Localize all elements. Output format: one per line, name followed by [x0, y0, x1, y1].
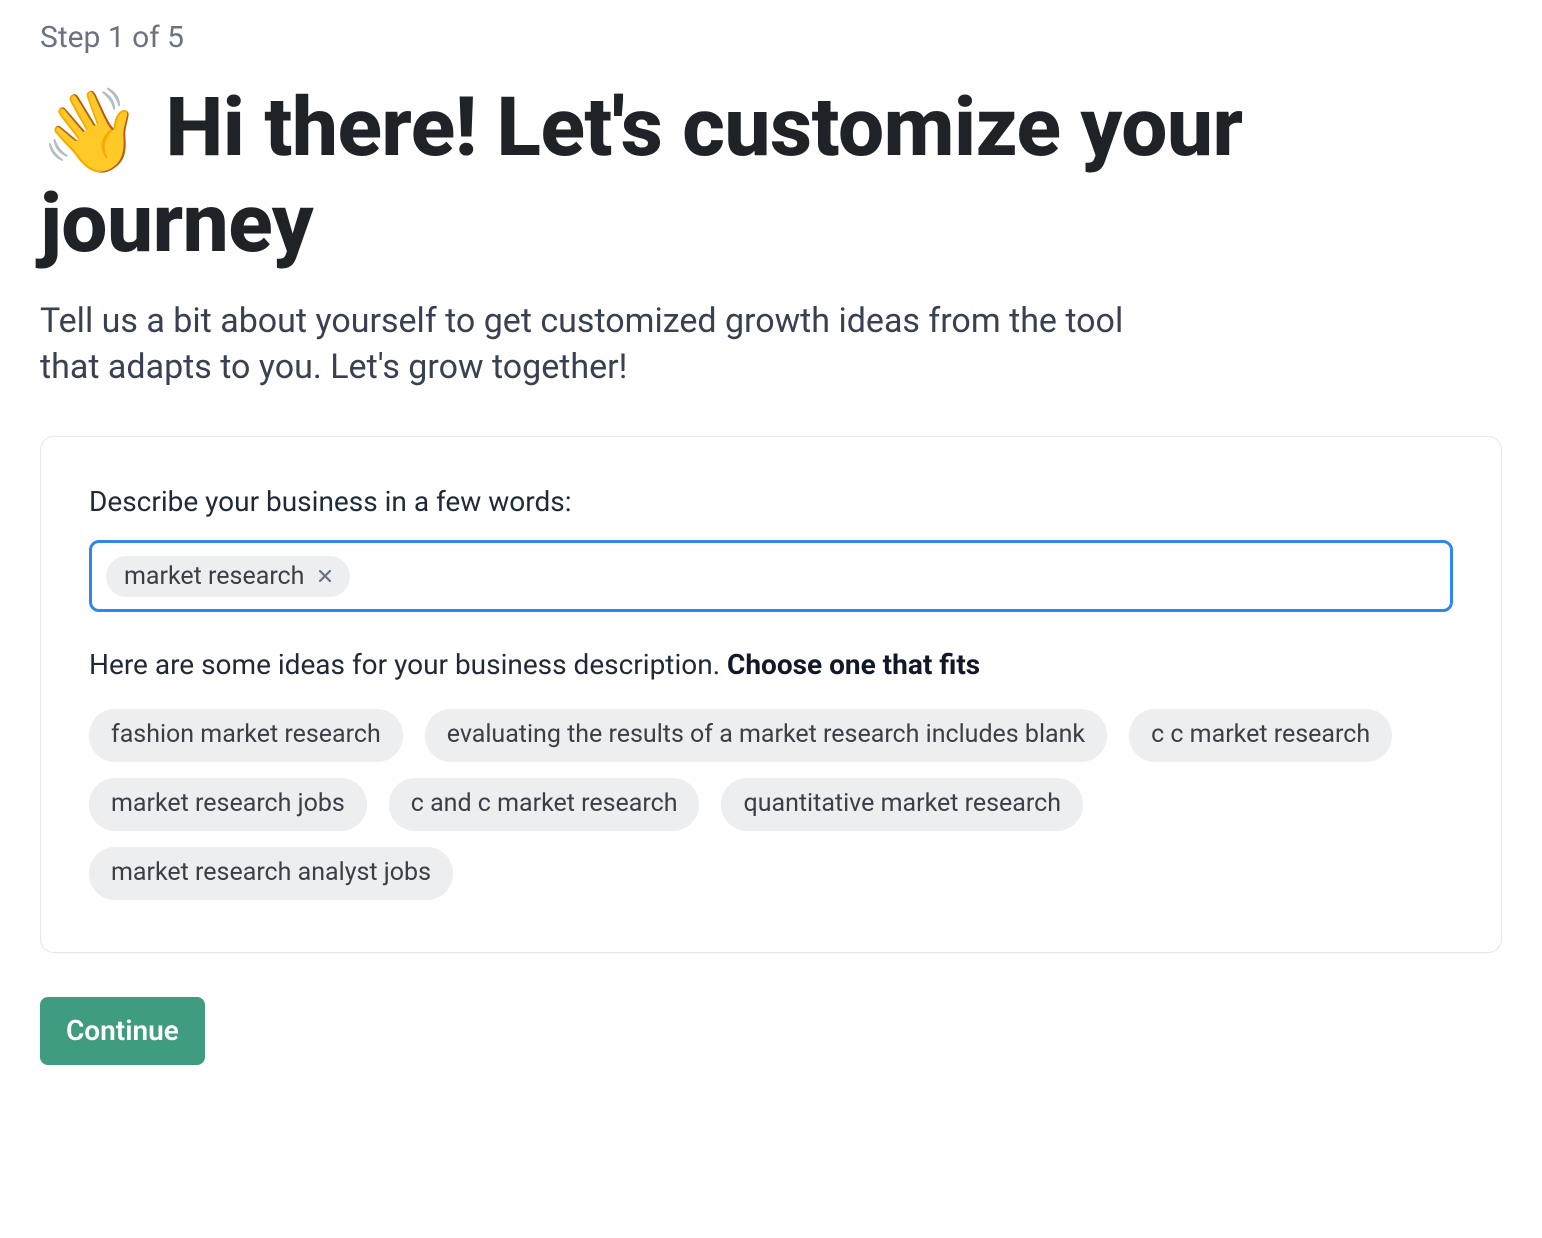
suggestion-pill[interactable]: c c market research: [1129, 709, 1392, 762]
business-description-card: Describe your business in a few words: m…: [40, 436, 1502, 952]
suggestion-pill[interactable]: c and c market research: [389, 778, 700, 831]
page-subheading: Tell us a bit about yourself to get cust…: [40, 299, 1160, 391]
suggestion-pill[interactable]: market research analyst jobs: [89, 847, 453, 900]
page-heading-text: Hi there! Let's customize your journey: [40, 80, 1243, 272]
wave-emoji: 👋: [40, 87, 142, 179]
suggestions-label-prefix: Here are some ideas for your business de…: [89, 648, 727, 681]
suggestion-pill[interactable]: evaluating the results of a market resea…: [425, 709, 1107, 762]
page-heading: 👋 Hi there! Let's customize your journey: [40, 83, 1502, 271]
suggestion-pill[interactable]: fashion market research: [89, 709, 403, 762]
close-icon[interactable]: [314, 565, 336, 587]
suggestion-pill[interactable]: market research jobs: [89, 778, 367, 831]
suggestion-list: fashion market research evaluating the re…: [89, 709, 1453, 899]
onboarding-step-page: Step 1 of 5 👋 Hi there! Let's customize …: [0, 0, 1542, 1105]
business-description-input[interactable]: market research: [89, 540, 1453, 612]
input-tag: market research: [106, 556, 350, 597]
suggestions-label-strong: Choose one that fits: [727, 648, 980, 681]
input-tag-label: market research: [124, 564, 304, 589]
suggestion-pill[interactable]: quantitative market research: [721, 778, 1083, 831]
suggestions-label: Here are some ideas for your business de…: [89, 648, 1453, 681]
continue-button[interactable]: Continue: [40, 997, 205, 1065]
business-description-label: Describe your business in a few words:: [89, 485, 1453, 518]
step-indicator: Step 1 of 5: [40, 20, 1502, 55]
